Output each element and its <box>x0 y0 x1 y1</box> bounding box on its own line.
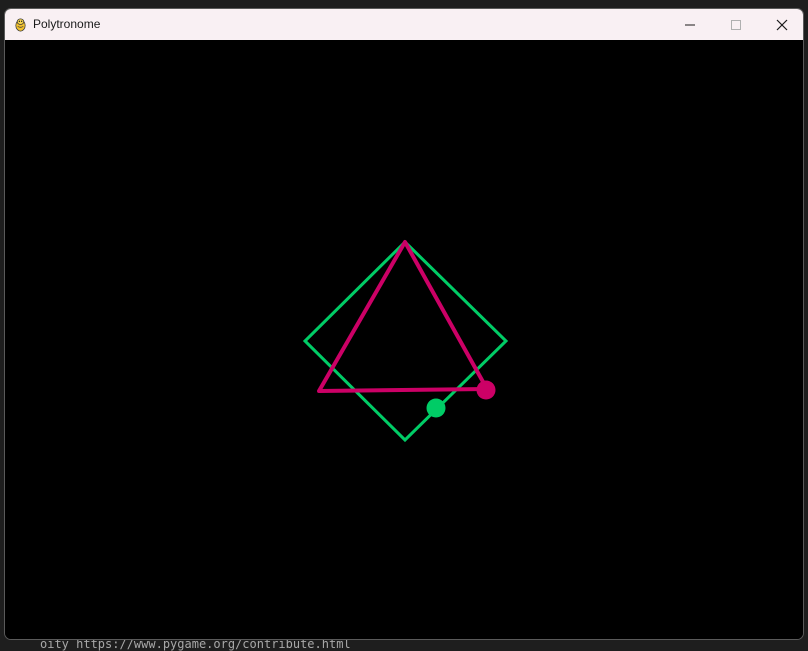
pygame-snake-icon <box>15 18 26 32</box>
minimize-button[interactable] <box>667 9 713 40</box>
canvas-drawing <box>302 239 509 443</box>
app-window: Polytronome <box>4 8 804 640</box>
triangle-shape <box>317 240 489 393</box>
title-bar[interactable]: Polytronome <box>5 9 803 40</box>
maximize-button[interactable] <box>713 9 759 40</box>
maximize-icon <box>731 19 741 30</box>
close-icon <box>776 19 788 30</box>
window-title: Polytronome <box>33 17 101 31</box>
polyrhythm-canvas[interactable] <box>5 40 803 639</box>
square-shape <box>302 239 509 443</box>
triangle-marker <box>476 380 496 400</box>
minimize-icon <box>685 24 695 25</box>
square-marker <box>426 398 446 418</box>
close-button[interactable] <box>759 9 803 40</box>
